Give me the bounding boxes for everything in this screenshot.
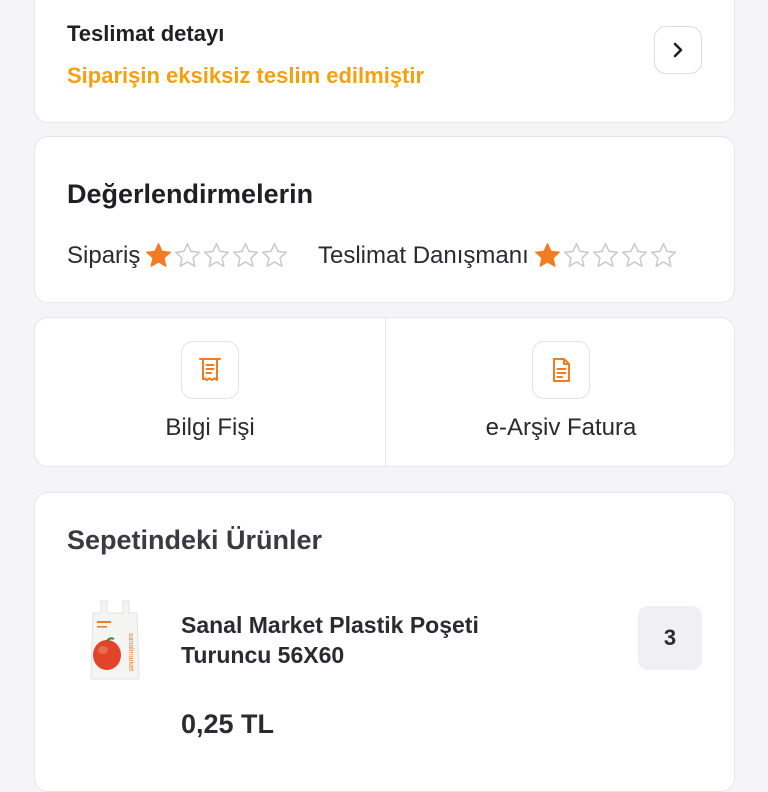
star-empty-icon[interactable] xyxy=(202,241,231,270)
star-filled-icon[interactable] xyxy=(144,241,173,270)
receipt-icon-box xyxy=(181,341,239,399)
documents-card: Bilgi Fişi e-Arşiv Fatura xyxy=(34,317,735,467)
invoice-icon-box xyxy=(532,341,590,399)
invoice-button[interactable]: e-Arşiv Fatura xyxy=(386,318,736,466)
rating-courier[interactable]: Teslimat Danışmanı xyxy=(318,241,678,270)
product-quantity: 3 xyxy=(638,606,702,670)
star-empty-icon[interactable] xyxy=(562,241,591,270)
delivery-status-text: Siparişin eksiksiz teslim edilmiştir xyxy=(67,63,425,88)
star-empty-icon[interactable] xyxy=(620,241,649,270)
ratings-card: Değerlendirmelerin Sipariş Teslimat Danı… xyxy=(34,136,735,303)
star-filled-icon[interactable] xyxy=(533,241,562,270)
basket-card: Sepetindeki Ürünler sanalmarket Sanal Ma… xyxy=(34,492,735,792)
rating-order[interactable]: Sipariş xyxy=(67,241,289,270)
star-empty-icon[interactable] xyxy=(231,241,260,270)
basket-title: Sepetindeki Ürünler xyxy=(67,525,323,555)
plastic-bag-image[interactable]: sanalmarket xyxy=(85,597,145,681)
delivery-detail-card[interactable]: Teslimat detayı Siparişin eksiksiz tesli… xyxy=(34,0,735,123)
delivery-detail-title: Teslimat detayı xyxy=(67,21,225,46)
receipt-icon xyxy=(199,358,221,381)
receipt-label: Bilgi Fişi xyxy=(165,414,255,441)
star-empty-icon[interactable] xyxy=(260,241,289,270)
invoice-label: e-Arşiv Fatura xyxy=(485,414,637,441)
star-empty-icon[interactable] xyxy=(591,241,620,270)
chevron-right-icon xyxy=(673,42,683,58)
bag-brand-text: sanalmarket xyxy=(127,633,134,671)
rating-courier-label: Teslimat Danışmanı xyxy=(318,241,529,269)
invoice-icon xyxy=(553,358,570,382)
rating-order-stars[interactable] xyxy=(144,241,289,270)
star-empty-icon[interactable] xyxy=(649,241,678,270)
ratings-title: Değerlendirmelerin xyxy=(67,179,314,209)
rating-courier-stars[interactable] xyxy=(533,241,678,270)
rating-order-label: Sipariş xyxy=(67,241,141,269)
delivery-detail-button[interactable] xyxy=(654,26,702,74)
star-empty-icon[interactable] xyxy=(173,241,202,270)
product-price: 0,25 TL xyxy=(181,709,275,739)
product-name: Sanal Market Plastik Poşeti Turuncu 56X6… xyxy=(181,612,479,668)
receipt-button[interactable]: Bilgi Fişi xyxy=(35,318,385,466)
